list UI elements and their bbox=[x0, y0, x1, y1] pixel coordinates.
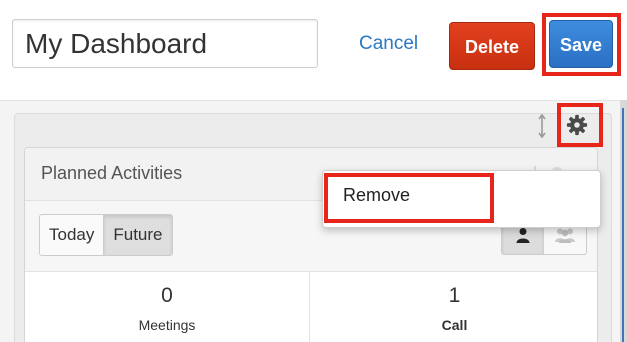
remove-menu-item-highlight bbox=[324, 173, 494, 223]
calls-label: Call bbox=[441, 317, 468, 333]
filter-future-button[interactable]: Future bbox=[103, 215, 172, 255]
dashboard-edit-screen: Cancel Delete Save Planned Activities bbox=[0, 0, 627, 342]
meetings-label: Meetings bbox=[138, 317, 196, 333]
gear-icon-highlight bbox=[557, 103, 603, 147]
time-filter-group: Today Future bbox=[39, 214, 173, 256]
calls-stat[interactable]: 1 Call bbox=[310, 272, 597, 342]
delete-button[interactable]: Delete bbox=[449, 22, 535, 70]
cancel-link[interactable]: Cancel bbox=[359, 29, 418, 59]
meetings-stat[interactable]: 0 Meetings bbox=[25, 272, 310, 342]
user-icon bbox=[516, 228, 530, 243]
save-button-highlight bbox=[542, 13, 621, 76]
dashboard-name-input[interactable] bbox=[12, 19, 318, 68]
filter-today-button[interactable]: Today bbox=[40, 215, 103, 255]
meetings-count: 0 bbox=[161, 284, 173, 307]
adjacent-column-border bbox=[622, 108, 624, 342]
resize-icon[interactable] bbox=[536, 113, 548, 139]
calls-count: 1 bbox=[448, 284, 461, 307]
group-icon bbox=[555, 228, 575, 243]
dashlet-title: Planned Activities bbox=[41, 163, 183, 183]
